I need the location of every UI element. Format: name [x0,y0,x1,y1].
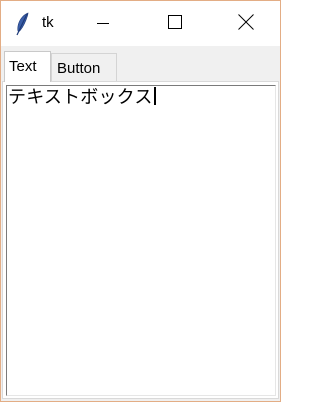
notebook-tab-bar: Button Text [1,46,280,82]
title-bar[interactable]: tk [1,1,280,46]
maximize-icon [168,14,182,33]
text-box-value: テキストボックス [8,87,153,108]
feather-icon [14,12,30,36]
app-window: tk Button Text テキストボックス [0,0,281,402]
tab-text[interactable]: Text [4,51,51,82]
text-box-content: テキストボックス [8,87,156,109]
close-button[interactable] [223,1,269,46]
minimize-button[interactable] [80,1,126,46]
minimize-icon [97,14,109,33]
text-box[interactable]: テキストボックス [6,85,276,396]
tab-button[interactable]: Button [51,53,117,81]
window-title: tk [42,14,54,31]
maximize-button[interactable] [152,1,198,46]
close-icon [238,13,254,34]
text-cursor [153,87,156,105]
tab-content-panel: テキストボックス [2,81,279,399]
